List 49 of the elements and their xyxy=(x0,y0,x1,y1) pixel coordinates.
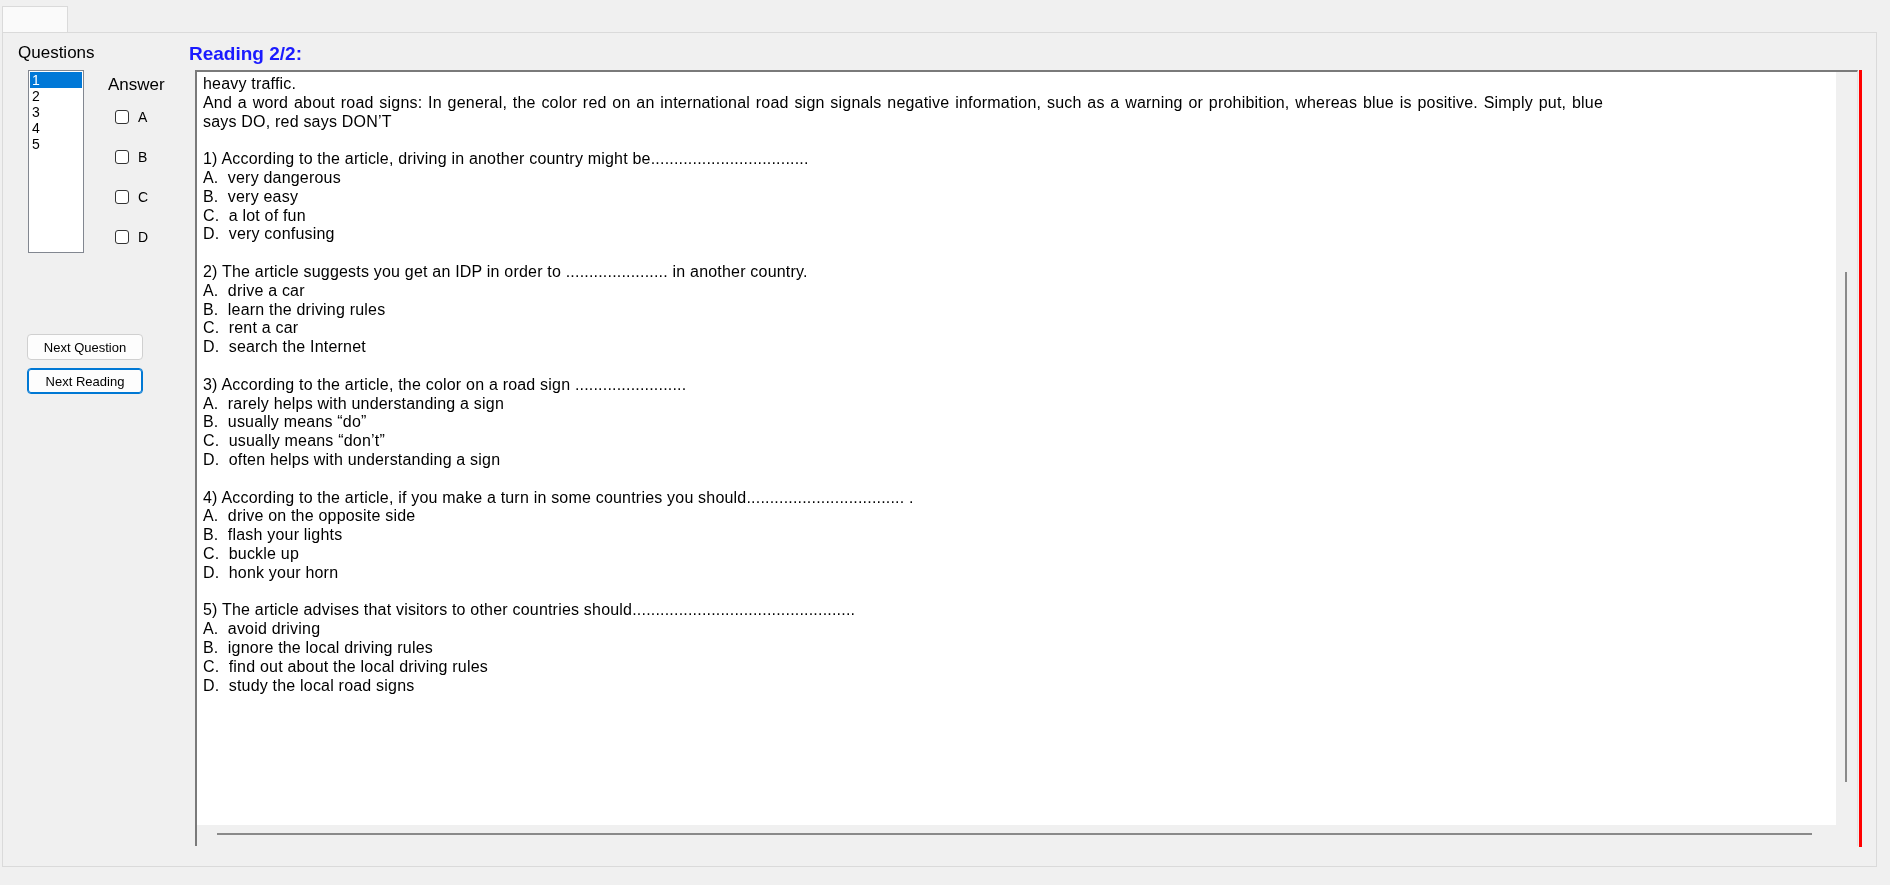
question-list-item[interactable]: 2 xyxy=(30,88,82,104)
answer-option-text: A. very dangerous xyxy=(203,169,341,188)
answer-option-text: D. honk your horn xyxy=(203,563,339,583)
checkbox-label: B xyxy=(138,148,148,166)
answer-option-text: D. often helps with understanding a sign xyxy=(203,450,501,470)
answer-label: Answer xyxy=(108,75,165,95)
passage-text: And a word about road signs: In general, the color red on an international road sign signals negative information, such as a warning or prohibition, whereas blue is positive. Simply put, blue says DO, red says DON’T xyxy=(203,93,1603,132)
question-text: 1) According to the article, driving in another country might be.................................. xyxy=(203,150,809,169)
answer-option-text: A. drive on the opposite side xyxy=(203,507,416,527)
checkbox-label: A xyxy=(138,108,148,126)
question-list-item[interactable]: 3 xyxy=(30,104,82,120)
questions-label: Questions xyxy=(18,43,95,63)
reading-text-area[interactable] xyxy=(195,70,1858,846)
question-text: 4) According to the article, if you make a turn in some countries you should.................................. . xyxy=(203,488,914,508)
question-text: 3) According to the article, the color on a road sign ........................ xyxy=(203,375,687,395)
answer-option-text: B. learn the driving rules xyxy=(203,300,386,320)
answer-option-text: C. usually means “don’t” xyxy=(203,432,385,451)
answer-option-text: D. very confusing xyxy=(203,225,335,245)
question-text: 5) The article advises that visitors to other countries should................................................ xyxy=(203,601,856,621)
passage-text: heavy traffic. xyxy=(203,75,297,94)
checkbox[interactable] xyxy=(115,230,129,244)
answer-option-text: C. rent a car xyxy=(203,319,299,339)
question-text: 2) The article suggests you get an IDP in order to ...................... in another country. xyxy=(203,262,808,282)
answer-option-text: B. ignore the local driving rules xyxy=(203,638,434,658)
answer-option-text: C. a lot of fun xyxy=(203,206,306,226)
answer-option-text: A. avoid driving xyxy=(203,620,321,639)
question-list-item[interactable]: 1 xyxy=(30,72,82,88)
reading-title: Reading 2/2: xyxy=(189,43,302,65)
answer-option-text: D. search the Internet xyxy=(203,338,366,357)
scrollbar-thumb[interactable] xyxy=(217,833,1812,835)
checkbox[interactable] xyxy=(115,190,129,204)
checkbox-label: D xyxy=(138,228,149,246)
answer-option-text: A. drive a car xyxy=(203,281,305,301)
scrollbar-thumb[interactable] xyxy=(1845,272,1847,782)
checkbox[interactable] xyxy=(115,150,129,164)
checkbox[interactable] xyxy=(115,110,129,124)
question-list-item[interactable]: 5 xyxy=(30,136,82,152)
answer-option-text: D. study the local road signs xyxy=(203,676,415,696)
answer-option-text: B. flash your lights xyxy=(203,526,343,545)
next-question-button[interactable]: Next Question xyxy=(27,334,143,360)
next-reading-button[interactable]: Next Reading xyxy=(27,368,143,394)
answer-option-text: B. usually means “do” xyxy=(203,413,367,433)
question-list[interactable]: 1 2 3 4 5 xyxy=(28,70,84,253)
answer-option-text: B. very easy xyxy=(203,187,299,207)
answer-option-text: C. find out about the local driving rules xyxy=(203,657,488,677)
checkbox-label: C xyxy=(138,188,149,206)
answer-option-text: A. rarely helps with understanding a sign xyxy=(203,394,504,414)
question-list-item[interactable]: 4 xyxy=(30,120,82,136)
answer-option-text: C. buckle up xyxy=(203,544,299,564)
